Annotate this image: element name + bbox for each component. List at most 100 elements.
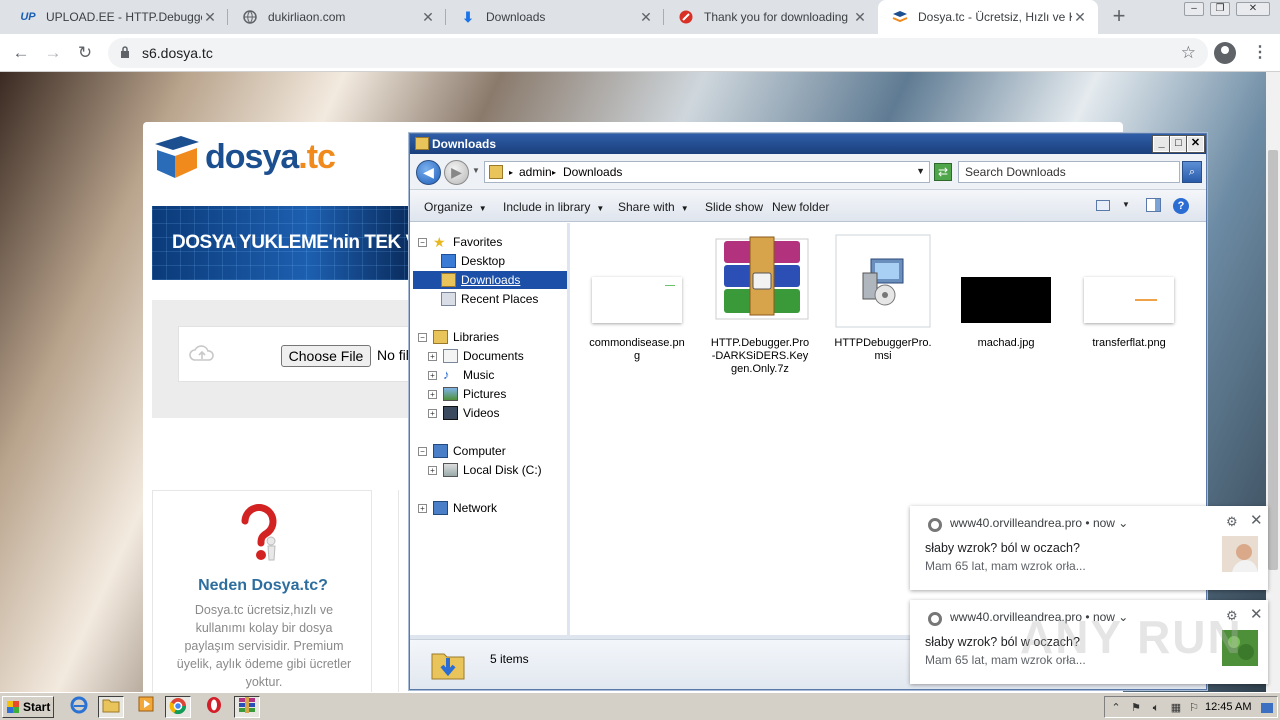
explorer-maximize-button[interactable]: □ <box>1169 135 1188 153</box>
explorer-minimize-button[interactable]: _ <box>1152 135 1171 153</box>
nav-videos[interactable]: + Videos <box>428 404 499 422</box>
close-tab-icon[interactable]: ✕ <box>1072 9 1088 26</box>
upload-ee-favicon-icon: UP <box>20 11 36 23</box>
opera-icon[interactable] <box>201 696 227 718</box>
network-icon <box>433 501 448 515</box>
network-tray-icon[interactable]: ▦ <box>1169 701 1183 715</box>
show-hidden-icons-icon[interactable]: ⌃ <box>1109 701 1123 715</box>
nav-music[interactable]: + ♪ Music <box>428 366 494 384</box>
expand-icon[interactable]: + <box>418 503 427 513</box>
kebab-menu-icon[interactable]: ⋮ <box>1252 42 1268 62</box>
back-arrow-icon[interactable]: ← <box>8 40 34 66</box>
close-tab-icon[interactable]: ✕ <box>852 9 868 26</box>
expand-icon[interactable]: + <box>428 465 437 475</box>
search-input[interactable]: Search Downloads <box>958 161 1180 183</box>
png-thumbnail-icon <box>1079 233 1179 329</box>
expand-icon[interactable]: + <box>428 351 437 361</box>
include-in-library-menu[interactable]: Include in library ▼ <box>503 200 604 214</box>
close-tab-icon[interactable]: ✕ <box>420 9 436 26</box>
close-tab-icon[interactable]: ✕ <box>202 9 218 26</box>
globe-icon <box>242 9 258 25</box>
close-window-button[interactable]: ✕ <box>1236 2 1270 16</box>
new-folder-button[interactable]: New folder <box>772 200 829 214</box>
help-icon[interactable]: ? <box>1173 198 1189 214</box>
volume-icon[interactable]: 🔈︎ <box>1149 701 1163 715</box>
explorer-close-button[interactable]: ✕ <box>1186 135 1205 153</box>
gear-icon[interactable]: ⚙ <box>1226 514 1238 530</box>
search-icon[interactable]: ⌕ <box>1182 161 1202 183</box>
tab-dosya-active[interactable]: Dosya.tc - Ücretsiz, Hızlı ve Kola ✕ <box>878 0 1098 34</box>
organize-menu[interactable]: Organize ▼ <box>424 200 487 214</box>
minimize-window-button[interactable]: – <box>1184 2 1204 16</box>
explorer-title: Downloads <box>432 137 497 151</box>
recent-pages-dropdown-icon[interactable]: ▼ <box>472 166 480 175</box>
nav-local-disk[interactable]: + Local Disk (C:) <box>428 461 542 479</box>
expand-icon[interactable]: + <box>428 389 437 399</box>
show-desktop-icon[interactable] <box>1261 703 1273 713</box>
explorer-titlebar[interactable]: Downloads _ □ ✕ <box>410 134 1206 154</box>
expand-icon[interactable]: + <box>428 408 437 418</box>
nav-favorites[interactable]: − ★ Favorites <box>418 233 502 251</box>
tab-dukirliaon[interactable]: dukirliaon.com ✕ <box>228 0 446 34</box>
dosya-logo[interactable]: dosya.tc <box>153 134 336 180</box>
url-text: s6.dosya.tc <box>142 45 213 61</box>
reload-icon[interactable]: ↻ <box>72 40 98 66</box>
start-button[interactable]: Start <box>2 696 54 718</box>
close-tab-icon[interactable]: ✕ <box>638 9 654 26</box>
close-icon[interactable]: ✕ <box>1250 511 1263 529</box>
nav-libraries[interactable]: − Libraries <box>418 328 499 346</box>
nav-documents[interactable]: + Documents <box>428 347 524 365</box>
slide-show-button[interactable]: Slide show <box>705 200 763 214</box>
why-title: Neden Dosya.tc? <box>198 577 328 594</box>
breadcrumb-downloads[interactable]: Downloads <box>563 165 622 179</box>
tab-strip: UP UPLOAD.EE - HTTP.Debugger.P ✕ dukirli… <box>0 0 1280 34</box>
collapse-icon[interactable]: − <box>418 446 427 456</box>
nav-desktop[interactable]: Desktop <box>441 252 505 270</box>
close-icon[interactable]: ✕ <box>1250 605 1263 623</box>
scrollbar-thumb[interactable] <box>1268 150 1278 570</box>
nav-downloads[interactable]: Downloads <box>413 271 567 289</box>
tab-upload-ee[interactable]: UP UPLOAD.EE - HTTP.Debugger.P ✕ <box>6 0 228 34</box>
change-view-icon[interactable] <box>1096 200 1110 211</box>
tab-downloads[interactable]: ⬇ Downloads ✕ <box>446 0 664 34</box>
explorer-back-button[interactable]: ◀ <box>416 160 441 185</box>
account-avatar-icon[interactable] <box>1214 42 1236 64</box>
tab-title: UPLOAD.EE - HTTP.Debugger.P <box>46 10 202 24</box>
preview-pane-icon[interactable] <box>1146 198 1161 212</box>
tab-thank-you[interactable]: Thank you for downloading HTT ✕ <box>664 0 878 34</box>
nav-recent-places[interactable]: Recent Places <box>441 290 538 308</box>
nav-computer[interactable]: − Computer <box>418 442 506 460</box>
choose-file-button[interactable]: Choose File <box>281 345 371 367</box>
nav-pictures[interactable]: + Pictures <box>428 385 506 403</box>
breadcrumb[interactable]: ▸ admin ▸ Downloads ▼ <box>484 161 930 183</box>
push-notification[interactable]: www40.orvilleandrea.pro • now ⌄ słaby wz… <box>910 506 1268 590</box>
ie-icon[interactable] <box>66 696 92 718</box>
maximize-window-button[interactable]: ❐ <box>1210 2 1230 16</box>
explorer-taskbar-icon[interactable] <box>98 696 124 718</box>
winrar-taskbar-icon[interactable] <box>234 696 260 718</box>
file-input-box[interactable]: Choose File No fil <box>178 326 418 382</box>
bookmark-star-icon[interactable]: ☆ <box>1181 43 1196 63</box>
address-bar[interactable]: s6.dosya.tc ☆ <box>108 38 1208 68</box>
computer-icon <box>433 444 448 458</box>
forward-arrow-icon[interactable]: → <box>40 40 66 66</box>
explorer-forward-button[interactable]: ▶ <box>444 160 469 185</box>
winrar-archive-icon <box>715 236 809 320</box>
action-center-flag-icon[interactable]: ⚑ <box>1129 701 1143 715</box>
expand-icon[interactable]: + <box>428 370 437 380</box>
page-scrollbar[interactable] <box>1266 72 1280 692</box>
share-with-menu[interactable]: Share with ▼ <box>618 200 689 214</box>
collapse-icon[interactable]: − <box>418 332 427 342</box>
breadcrumb-admin[interactable]: admin <box>519 165 552 179</box>
flag-icon[interactable]: ⚐ <box>1187 701 1201 715</box>
new-tab-button[interactable]: + <box>1108 4 1130 30</box>
address-dropdown-icon[interactable]: ▼ <box>916 166 925 176</box>
view-dropdown-icon[interactable]: ▼ <box>1122 200 1130 209</box>
logo-tld-text: .tc <box>298 137 336 176</box>
refresh-icon[interactable]: ⇄ <box>934 163 952 181</box>
media-player-icon[interactable] <box>133 696 159 718</box>
chrome-taskbar-icon[interactable] <box>165 696 191 718</box>
nav-network[interactable]: + Network <box>418 499 497 517</box>
anyrun-watermark: ANY RUN <box>1020 611 1243 663</box>
collapse-icon[interactable]: − <box>418 237 427 247</box>
